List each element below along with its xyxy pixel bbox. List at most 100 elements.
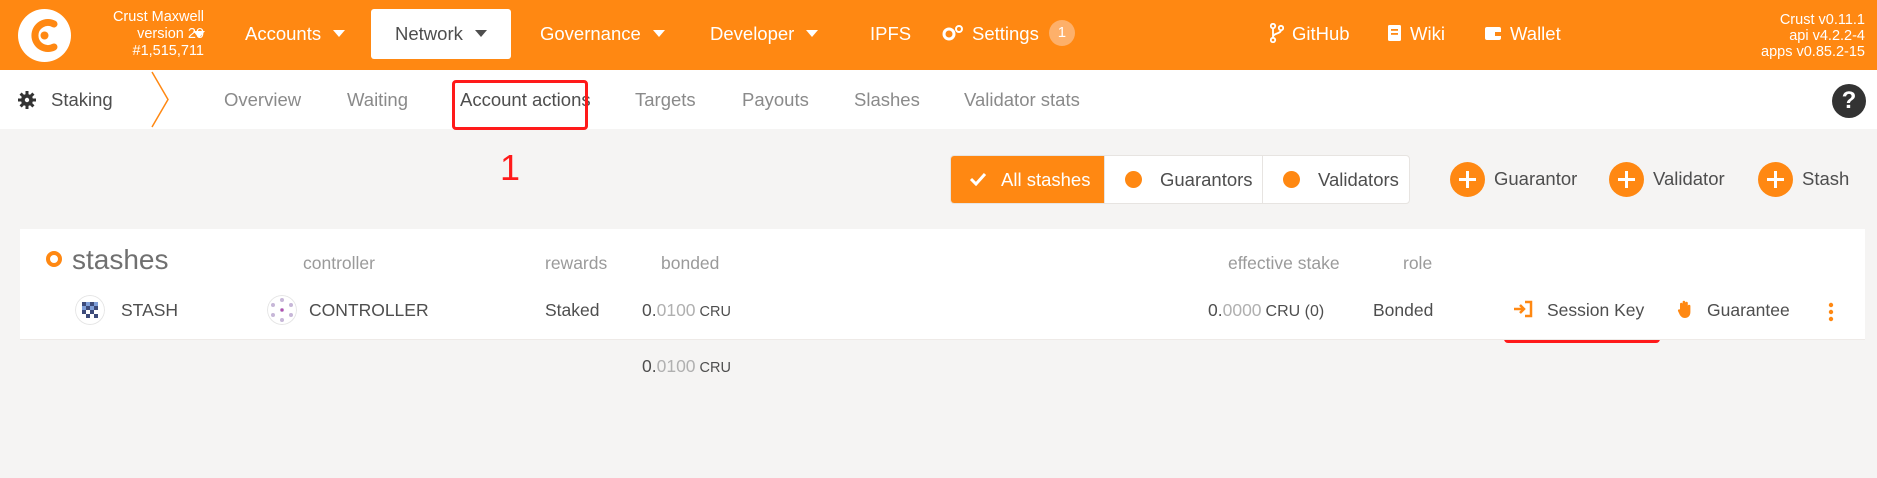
add-validator-button[interactable]: Validator: [1609, 160, 1725, 198]
controller-name: CONTROLLER: [309, 300, 429, 320]
crust-version: Crust v0.11.1: [1779, 12, 1865, 28]
staking-cog-icon: [18, 91, 36, 109]
apps-version: apps v0.85.2-15: [1761, 44, 1865, 60]
add-validator-label: Validator: [1653, 168, 1725, 189]
total-bonded-int: 0.: [642, 356, 657, 376]
staking-tabs-bar: Staking Overview Waiting Account actions…: [0, 70, 1877, 129]
nav-governance[interactable]: Governance: [540, 9, 665, 59]
nav-network-label: Network: [395, 23, 463, 44]
stashes-ring-icon: [46, 250, 62, 267]
hand-icon: [1677, 301, 1691, 319]
annotation-number-1: 1: [500, 147, 521, 188]
section-header: Staking: [0, 70, 169, 129]
filter-all-stashes[interactable]: All stashes: [951, 156, 1104, 203]
chevron-down-icon: [652, 29, 665, 37]
row-divider: [20, 339, 1865, 340]
bonded-amount-int: 0.: [642, 300, 657, 320]
nav-settings-label: Settings: [972, 23, 1039, 44]
version-info: Crust v0.11.1 api v4.2.2-4 apps v0.85.2-…: [1761, 12, 1865, 60]
book-icon: [1388, 25, 1401, 42]
header-rewards: rewards: [545, 253, 608, 273]
filter-validators[interactable]: Validators: [1263, 156, 1409, 203]
stashes-table: [20, 229, 1865, 339]
stash-name: STASH: [121, 300, 179, 320]
total-bonded: 0.0100 CRU: [642, 356, 731, 377]
gear-icon: [942, 25, 963, 41]
role-value: Bonded: [1373, 300, 1434, 320]
add-stash-label: Stash: [1802, 168, 1850, 189]
check-icon: [969, 173, 987, 187]
nav-governance-label: Governance: [540, 23, 641, 44]
validator-dot-icon: [1283, 170, 1300, 188]
stash-identicon[interactable]: [75, 295, 105, 325]
tab-validator-stats[interactable]: Validator stats: [964, 70, 1080, 129]
nav-developer[interactable]: Developer: [710, 9, 819, 59]
chevron-down-icon[interactable]: [193, 31, 205, 38]
stake-amount-unit: CRU (0): [1265, 303, 1325, 320]
session-key-button[interactable]: Session Key: [1513, 300, 1644, 321]
chevron-down-icon: [806, 29, 819, 37]
total-bonded-frac: 0100: [656, 356, 696, 376]
nav-accounts[interactable]: Accounts: [245, 9, 346, 59]
stake-amount-int: 0.: [1208, 300, 1223, 320]
nav-settings[interactable]: Settings 1: [942, 9, 1075, 59]
nav-developer-label: Developer: [710, 23, 795, 44]
header-role: role: [1403, 253, 1433, 273]
nav-ipfs[interactable]: IPFS: [870, 9, 911, 59]
table-title-label: stashes: [72, 244, 169, 275]
filter-guarantors[interactable]: Guarantors: [1105, 156, 1262, 203]
settings-badge: 1: [1048, 20, 1075, 47]
stake-amount-frac: 0000: [1222, 300, 1262, 320]
wallet-label: Wallet: [1510, 23, 1561, 44]
link-wallet[interactable]: Wallet: [1484, 9, 1561, 59]
crust-logo-icon[interactable]: [18, 9, 71, 62]
api-version: api v4.2.2-4: [1789, 28, 1865, 44]
add-stash-button[interactable]: Stash: [1758, 160, 1849, 198]
wallet-icon: [1485, 27, 1501, 41]
nav-network[interactable]: Network: [371, 9, 511, 59]
breadcrumb-chevron: [151, 71, 169, 128]
rewards-destination: Staked: [545, 300, 600, 320]
tab-overview[interactable]: Overview: [224, 70, 301, 129]
bonded-amount: 0.0100 CRU: [642, 300, 731, 321]
chain-version: version 20: [137, 26, 204, 42]
effective-stake-amount: 0.0000 CRU (0): [1208, 300, 1324, 321]
section-title: Staking: [51, 89, 113, 110]
bonded-amount-frac: 0100: [656, 300, 696, 320]
plus-icon: [1609, 161, 1644, 197]
chain-name: Crust Maxwell: [112, 9, 204, 25]
tab-waiting[interactable]: Waiting: [347, 70, 408, 129]
filter-guarantors-label: Guarantors: [1160, 169, 1253, 190]
chevron-down-icon: [333, 29, 346, 37]
plus-icon: [1450, 161, 1485, 197]
header-effective-stake: effective stake: [1228, 253, 1340, 273]
add-guarantor-button[interactable]: Guarantor: [1450, 160, 1577, 198]
nav-accounts-label: Accounts: [245, 23, 322, 44]
chevron-down-icon: [474, 29, 487, 37]
block-number: #1,515,711: [132, 43, 205, 59]
guarantee-label: Guarantee: [1707, 300, 1790, 320]
sign-in-icon: [1514, 301, 1533, 318]
plus-icon: [1758, 161, 1793, 197]
filter-all-label: All stashes: [1001, 169, 1091, 190]
help-icon[interactable]: ?: [1832, 84, 1866, 118]
tab-payouts[interactable]: Payouts: [742, 70, 809, 129]
link-wiki[interactable]: Wiki: [1387, 9, 1445, 59]
tab-slashes[interactable]: Slashes: [854, 70, 920, 129]
chain-selector[interactable]: Crust Maxwell version 20 #1,515,711: [84, 9, 204, 60]
guarantee-button[interactable]: Guarantee: [1677, 300, 1790, 321]
add-guarantor-label: Guarantor: [1494, 168, 1578, 189]
annotation-box-account-actions: [452, 80, 588, 130]
header-bonded: bonded: [661, 253, 720, 273]
controller-identicon[interactable]: [267, 295, 297, 325]
stash-filter-toggle: All stashes Guarantors Validators: [950, 155, 1410, 204]
nav-ipfs-label: IPFS: [870, 23, 912, 44]
bonded-amount-unit: CRU: [699, 304, 731, 320]
session-key-label: Session Key: [1547, 300, 1645, 320]
wiki-label: Wiki: [1410, 23, 1445, 44]
top-navigation-bar: Crust Maxwell version 20 #1,515,711 Acco…: [0, 0, 1877, 70]
tab-targets[interactable]: Targets: [635, 70, 696, 129]
link-github[interactable]: GitHub: [1270, 9, 1350, 59]
kebab-icon[interactable]: [1827, 302, 1835, 322]
github-branch-icon: [1270, 23, 1284, 44]
